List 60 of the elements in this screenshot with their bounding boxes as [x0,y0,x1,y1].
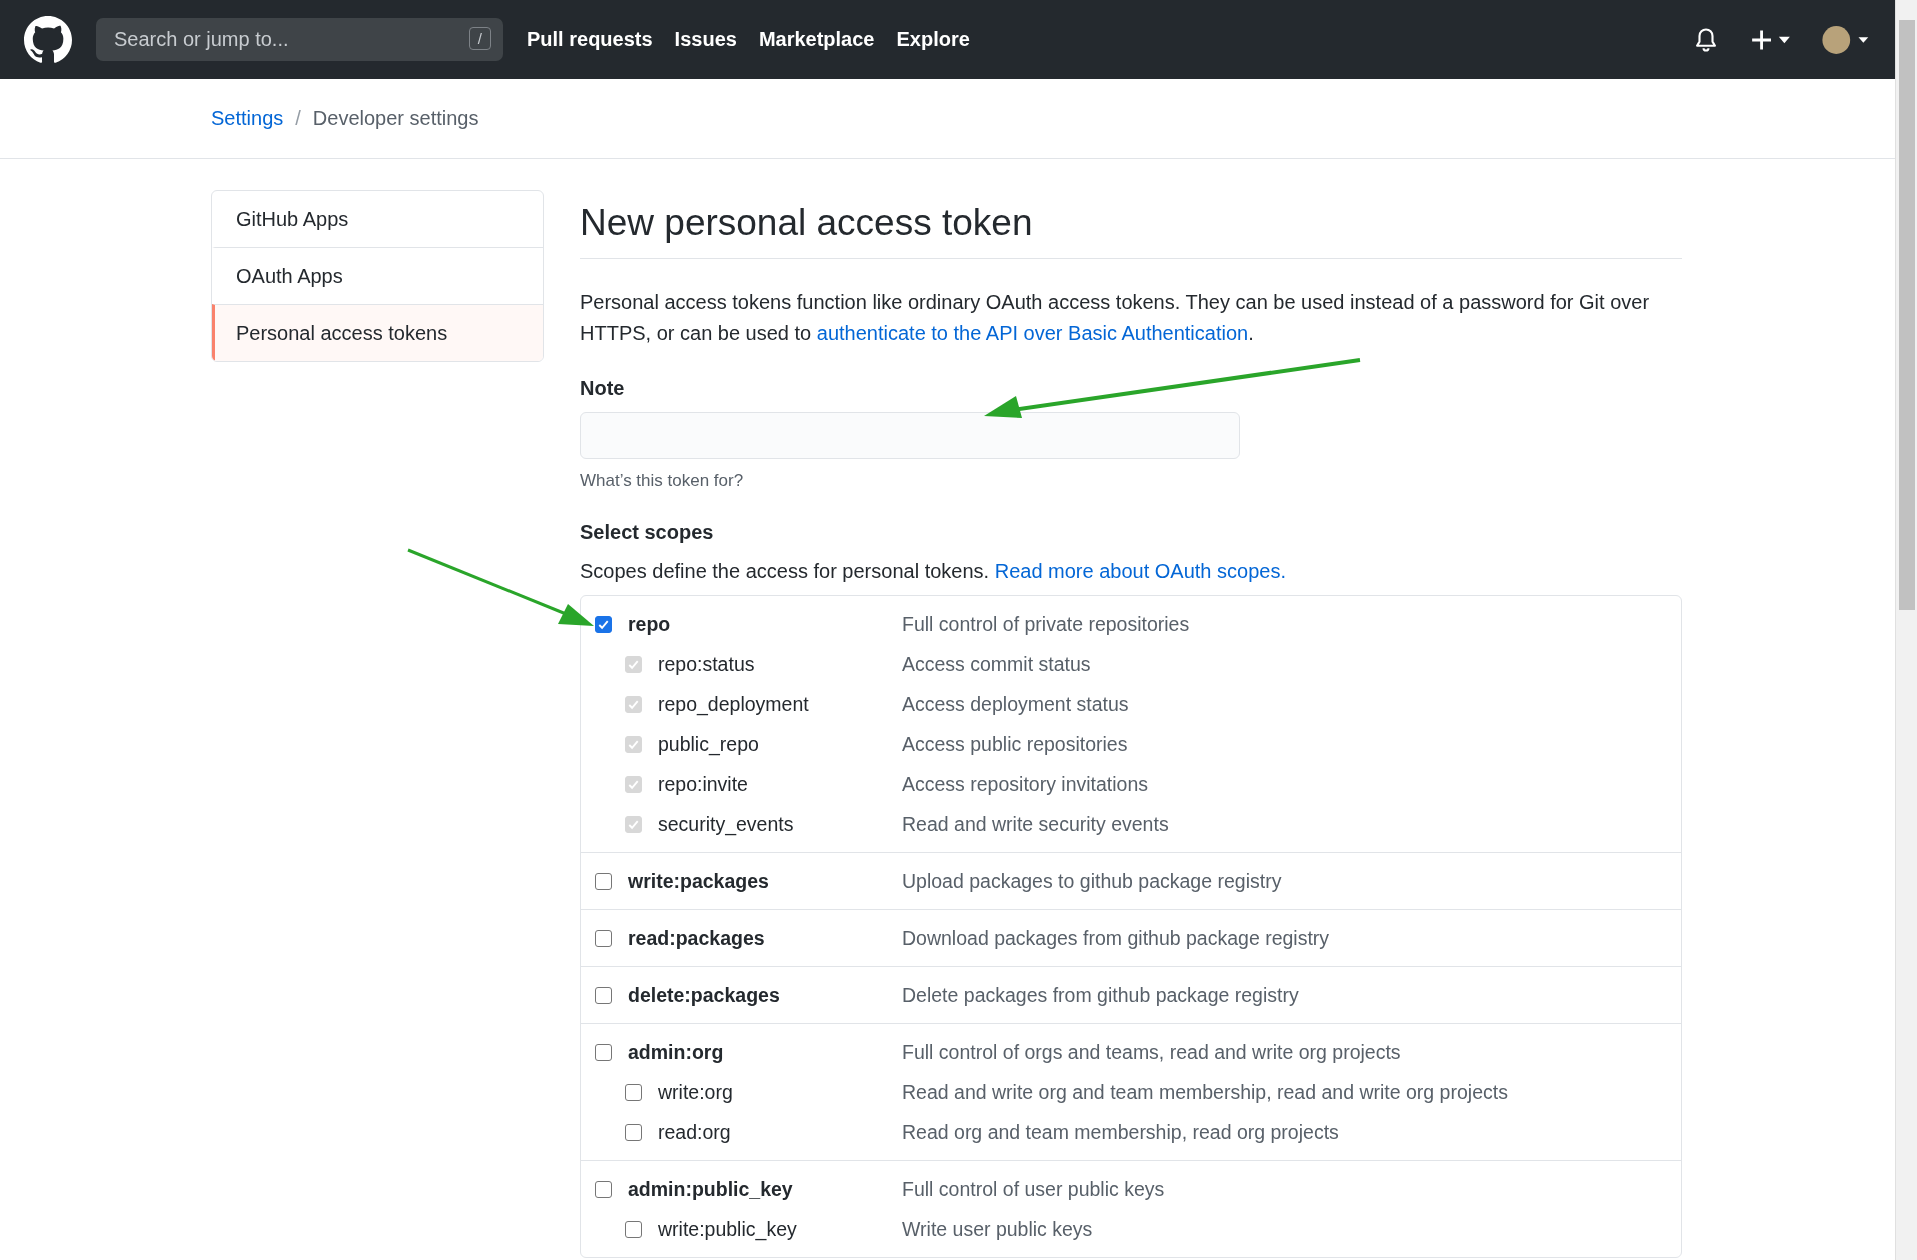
vertical-scrollbar[interactable] [1895,0,1917,1260]
breadcrumb-link[interactable]: Settings [211,107,284,130]
scope-name: read:packages [628,926,766,950]
cat-logo-icon[interactable] [24,15,72,64]
scope-description: Access commit status [902,652,1091,676]
intro-paragraph: Personal access tokens function like ordinary OAuth access tokens. They can be used instead of a password for Git over HTTPS, or can be used to authenticate to the API over Basic Authentication. [580,290,1651,346]
scope-name: repo [628,612,672,636]
scope-name: read:org [658,1120,732,1144]
scope-checkbox[interactable] [595,872,612,890]
scope-checkbox[interactable] [595,1043,612,1061]
scope-checkbox[interactable] [625,1083,642,1101]
scope-name: repo_deployment [658,692,810,716]
scope-checkbox[interactable] [625,1123,642,1141]
notification-bell-icon[interactable] [1693,26,1719,53]
nav-link[interactable]: Explore [896,28,970,51]
scope-checkbox[interactable] [595,986,612,1004]
page-title: New personal access token [580,202,1682,259]
scope-description: Full control of user public keys [902,1177,1165,1201]
note-label: Note [580,377,626,400]
note-hint: What’s this token for? [580,471,745,491]
scope-name: repo:status [658,652,756,676]
shortcut-key: / [468,27,491,50]
scope-description: Read org and team membership, read org projects [902,1120,1339,1144]
scope-name: admin:org [628,1040,725,1064]
scopes-description: Scopes define the access for personal tokens. Read more about OAuth scopes. [580,560,1287,583]
scope-description: Download packages from github package registry [902,926,1330,950]
scope-description: Read and write org and team membership, read and write org projects [902,1080,1508,1104]
scope-name: delete:packages [628,983,781,1007]
oauth-scopes-link[interactable]: Read more about OAuth scopes. [994,560,1286,582]
scope-name: security_events [658,812,795,836]
scope-description: Full control of private repositories [902,612,1190,636]
nav-link[interactable]: Issues [674,28,737,51]
scope-description: Write user public keys [902,1217,1093,1241]
scope-checkbox[interactable] [595,1180,612,1198]
nav-link[interactable]: Pull requests [527,28,653,51]
nav-link[interactable]: Marketplace [758,28,875,51]
scope-checkbox[interactable] [595,929,612,947]
scope-name: repo:invite [658,772,749,796]
scope-name: write:public_key [658,1217,798,1241]
scope-description: Access deployment status [902,692,1129,716]
avatar-dropdown-icon[interactable] [1821,23,1871,56]
breadcrumb-separator: / [295,107,301,130]
breadcrumb-current: Developer settings [312,107,479,130]
scope-description: Upload packages to github package registry [902,869,1282,893]
api-auth-link[interactable]: authenticate to the API over Basic Authentication [816,322,1249,344]
scope-description: Delete packages from github package registry [902,983,1299,1007]
sidebar-item[interactable]: GitHub Apps [212,191,543,247]
sidebar-item[interactable]: Personal access tokens [212,304,543,361]
scope-description: Read and write security events [902,812,1169,836]
scope-checkbox[interactable] [625,1220,642,1238]
scope-description: Access public repositories [902,732,1128,756]
scope-name: write:org [658,1080,734,1104]
scope-name: public_repo [658,732,760,756]
scope-name: write:packages [628,869,770,893]
scope-description: Access repository invitations [902,772,1149,796]
note-input[interactable] [580,412,1240,459]
scope-name: admin:public_key [628,1177,794,1201]
scope-checkbox[interactable] [595,615,612,633]
scope-description: Full control of orgs and teams, read and write org projects [902,1040,1401,1064]
scopes-heading: Select scopes [580,521,715,544]
